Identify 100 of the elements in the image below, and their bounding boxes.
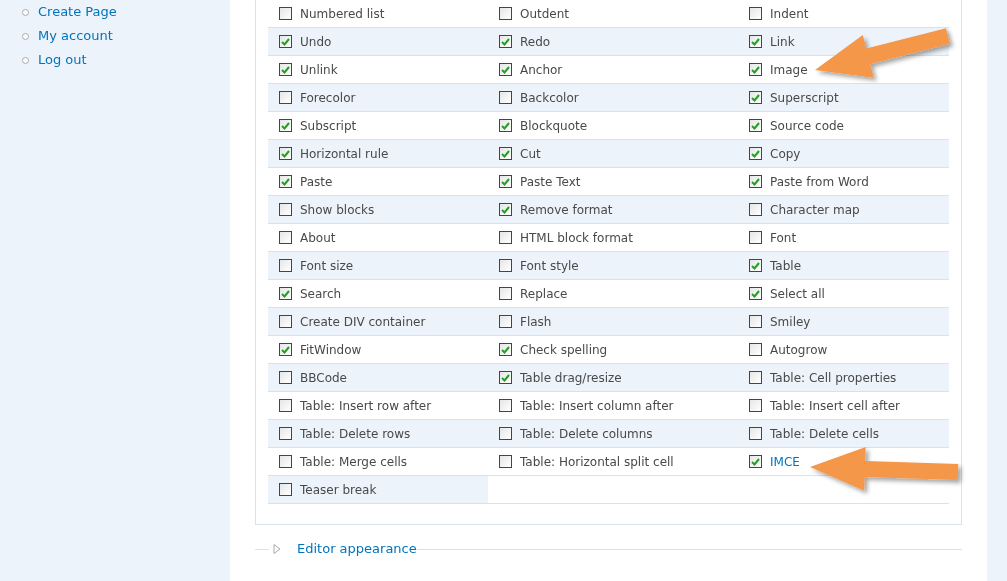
checkbox[interactable]	[279, 259, 292, 272]
checkbox[interactable]	[749, 427, 762, 440]
checkbox[interactable]	[279, 7, 292, 20]
checkbox[interactable]	[279, 203, 292, 216]
checkbox[interactable]	[749, 287, 762, 300]
option-label: Flash	[520, 313, 552, 331]
checkbox[interactable]	[279, 343, 292, 356]
checkbox[interactable]	[279, 91, 292, 104]
bullet-icon	[22, 8, 29, 16]
option-label: Font	[770, 229, 797, 247]
checkmark-icon	[281, 289, 290, 298]
option-label: About	[300, 229, 336, 247]
checkbox[interactable]	[499, 119, 512, 132]
option-label: Font style	[520, 257, 579, 275]
option-label: Table: Insert cell after	[770, 397, 900, 415]
checkbox[interactable]	[279, 287, 292, 300]
option-label: Replace	[520, 285, 568, 303]
option-label: Paste Text	[520, 173, 581, 191]
checkmark-icon	[501, 149, 510, 158]
checkbox[interactable]	[279, 399, 292, 412]
checkbox[interactable]	[279, 427, 292, 440]
checkmark-icon	[751, 289, 760, 298]
checkbox[interactable]	[749, 315, 762, 328]
checkbox[interactable]	[749, 371, 762, 384]
option-label: Table: Delete cells	[770, 425, 880, 443]
sidebar-link[interactable]: Log out	[38, 50, 87, 70]
checkbox[interactable]	[499, 35, 512, 48]
checkbox[interactable]	[499, 203, 512, 216]
option-link[interactable]: IMCE	[770, 452, 800, 471]
checkbox[interactable]	[749, 119, 762, 132]
option-label: Teaser break	[300, 481, 377, 499]
option-label: Show blocks	[300, 201, 375, 219]
checkbox[interactable]	[279, 455, 292, 468]
checkbox[interactable]	[749, 259, 762, 272]
checkbox[interactable]	[499, 63, 512, 76]
checkbox[interactable]	[749, 399, 762, 412]
checkmark-icon	[281, 177, 290, 186]
checkbox[interactable]	[279, 119, 292, 132]
checkmark-icon	[501, 37, 510, 46]
option-label: Table: Cell properties	[770, 369, 897, 387]
checkbox[interactable]	[749, 203, 762, 216]
checkbox[interactable]	[749, 343, 762, 356]
option-label: Table: Delete rows	[300, 425, 411, 443]
option-label: Table: Insert column after	[520, 397, 674, 415]
checkbox[interactable]	[499, 343, 512, 356]
checkbox[interactable]	[749, 91, 762, 104]
sidebar-link[interactable]: My account	[38, 26, 113, 46]
checkbox[interactable]	[499, 7, 512, 20]
option-label: Cut	[520, 145, 541, 163]
option-label: Outdent	[520, 5, 570, 23]
bullet-icon	[22, 56, 29, 64]
option-label: Paste	[300, 173, 333, 191]
option-label: HTML block format	[520, 229, 633, 247]
checkbox[interactable]	[499, 91, 512, 104]
checkbox[interactable]	[499, 147, 512, 160]
checkmark-icon	[281, 149, 290, 158]
checkbox[interactable]	[279, 63, 292, 76]
option-label: Anchor	[520, 61, 563, 79]
option-label: Autogrow	[770, 341, 828, 359]
checkbox[interactable]	[499, 455, 512, 468]
checkbox[interactable]	[279, 371, 292, 384]
checkbox[interactable]	[279, 147, 292, 160]
option-label: Select all	[770, 285, 825, 303]
checkmark-icon	[751, 121, 760, 130]
checkbox[interactable]	[279, 483, 292, 496]
option-label: Smiley	[770, 313, 811, 331]
checkbox[interactable]	[279, 175, 292, 188]
checkmark-icon	[751, 177, 760, 186]
option-label: Character map	[770, 201, 860, 219]
checkmark-icon	[501, 205, 510, 214]
checkbox[interactable]	[499, 231, 512, 244]
checkbox[interactable]	[499, 427, 512, 440]
option-label: Table: Merge cells	[300, 453, 408, 471]
checkbox[interactable]	[279, 231, 292, 244]
checkbox[interactable]	[499, 399, 512, 412]
checkbox[interactable]	[499, 259, 512, 272]
option-label: Table drag/resize	[520, 369, 622, 387]
checkmark-icon	[501, 177, 510, 186]
checkbox[interactable]	[749, 147, 762, 160]
sidebar-link[interactable]: Create Page	[38, 2, 117, 22]
checkmark-icon	[751, 149, 760, 158]
checkmark-icon	[281, 65, 290, 74]
checkmark-icon	[751, 65, 760, 74]
option-label: Forecolor	[300, 89, 356, 107]
checkbox[interactable]	[749, 7, 762, 20]
checkbox[interactable]	[279, 315, 292, 328]
checkbox[interactable]	[499, 371, 512, 384]
section-link[interactable]: Editor appearance	[297, 539, 417, 559]
checkbox[interactable]	[499, 287, 512, 300]
checkbox[interactable]	[749, 175, 762, 188]
checkbox[interactable]	[279, 35, 292, 48]
option-label: Unlink	[300, 61, 338, 79]
checkbox[interactable]	[499, 315, 512, 328]
checkbox[interactable]	[749, 455, 762, 468]
checkbox[interactable]	[749, 231, 762, 244]
checkbox[interactable]	[749, 35, 762, 48]
checkmark-icon	[501, 345, 510, 354]
checkbox[interactable]	[749, 63, 762, 76]
checkbox[interactable]	[499, 175, 512, 188]
option-label: Create DIV container	[300, 313, 426, 331]
